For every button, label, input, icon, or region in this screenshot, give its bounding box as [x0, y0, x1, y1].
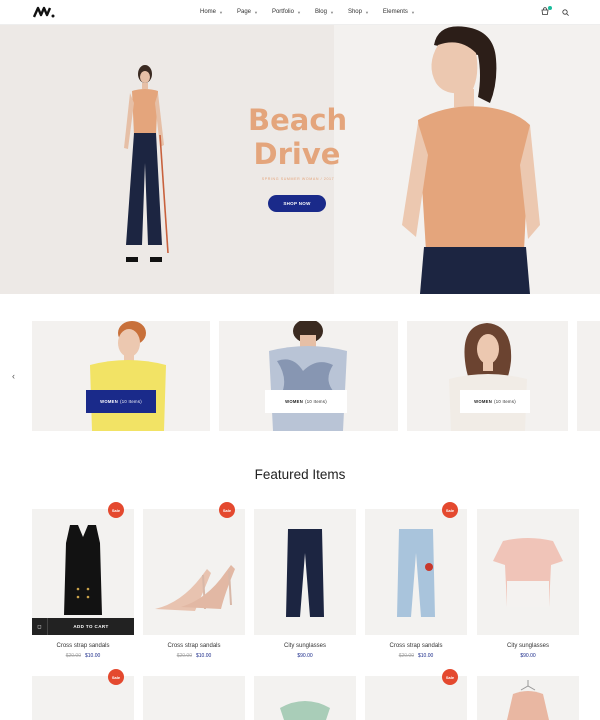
- cart-badge: [548, 6, 552, 10]
- chevron-down-icon: ▼: [364, 9, 369, 15]
- nav-page-label: Page: [236, 9, 251, 15]
- product-image-10: [507, 680, 549, 720]
- product-name-2[interactable]: Cross strap sandals: [143, 643, 245, 649]
- category-image-2: [269, 321, 347, 431]
- hero-model-left-image: [124, 65, 169, 262]
- category-label-2[interactable]: WOMEN (10 Items): [265, 390, 347, 413]
- site-header: Home ▼ Page ▼ Portfolio ▼ Blog ▼ Shop ▼ Eleme…: [0, 0, 600, 25]
- category-image-1: [90, 321, 166, 431]
- chevron-down-icon: ▼: [219, 9, 223, 15]
- category-card-3[interactable]: WOMEN (10 Items): [407, 321, 568, 431]
- product-card-3[interactable]: [254, 509, 356, 635]
- product-name-5[interactable]: City sunglasses: [477, 643, 579, 649]
- product-card-1[interactable]: ◻ ADD TO CART: [32, 509, 134, 635]
- current-price: $90.00: [297, 653, 313, 659]
- product-price-1: $20.00 $10.00: [32, 653, 134, 659]
- product-image-1: [64, 525, 102, 615]
- current-price: $10.00: [85, 653, 101, 659]
- product-image-2: [155, 565, 235, 611]
- nav-page[interactable]: Page ▼: [237, 9, 258, 15]
- search-icon[interactable]: [562, 9, 569, 16]
- chevron-down-icon: ▼: [296, 9, 301, 15]
- hero-banner: Beach Drive SPRING SUMMER WOMAN / 2017 S…: [0, 25, 600, 294]
- category-name: WOMEN: [285, 399, 304, 404]
- sale-badge: Sale: [108, 502, 124, 518]
- category-name: WOMEN: [100, 399, 119, 404]
- shop-now-button[interactable]: SHOP NOW: [268, 195, 326, 212]
- hero-title-line1: Beach: [248, 103, 348, 137]
- nav-portfolio-label: Portfolio: [271, 9, 294, 15]
- product-card-10[interactable]: [477, 676, 579, 720]
- product-price-2: $20.00 $10.00: [143, 653, 245, 659]
- category-count: (10 Items): [494, 399, 516, 404]
- sale-badge: Sale: [442, 669, 458, 685]
- product-price-4: $20.00 $10.00: [365, 653, 467, 659]
- add-to-cart-button[interactable]: ADD TO CART: [48, 624, 134, 629]
- product-card-5[interactable]: [477, 509, 579, 635]
- product-name-3[interactable]: City sunglasses: [254, 643, 356, 649]
- product-card-4[interactable]: [365, 509, 467, 635]
- product-image-5: [493, 538, 563, 607]
- sale-badge: Sale: [108, 669, 124, 685]
- nav-home-label: Home: [200, 9, 217, 15]
- current-price: $10.00: [196, 653, 212, 659]
- nav-shop-label: Shop: [347, 9, 362, 15]
- category-image-3: [449, 323, 527, 431]
- nav-blog-label: Blog: [314, 9, 327, 15]
- nav-blog[interactable]: Blog ▼: [315, 9, 334, 15]
- product-image-4: [397, 529, 435, 617]
- category-label-3[interactable]: WOMEN (10 Items): [460, 390, 530, 413]
- chevron-down-icon: ▼: [254, 9, 258, 15]
- category-label-1[interactable]: WOMEN (10 Items): [86, 390, 156, 413]
- main-nav: Home ▼ Page ▼ Portfolio ▼ Blog ▼ Shop ▼ Eleme…: [200, 9, 429, 15]
- current-price: $10.00: [418, 653, 434, 659]
- product-name-4[interactable]: Cross strap sandals: [365, 643, 467, 649]
- category-name: WOMEN: [474, 399, 493, 404]
- sale-badge: Sale: [442, 502, 458, 518]
- product-image-8: [280, 701, 330, 720]
- chevron-down-icon: ▼: [329, 9, 334, 15]
- product-name-1[interactable]: Cross strap sandals: [32, 643, 134, 649]
- category-card-1[interactable]: WOMEN (10 Items): [32, 321, 210, 431]
- old-price: $20.00: [398, 653, 414, 659]
- sale-badge: Sale: [219, 502, 235, 518]
- chevron-down-icon: ▼: [410, 9, 415, 15]
- hero-model-right-image: [402, 26, 540, 294]
- product-card-8[interactable]: [254, 676, 356, 720]
- chevron-left-icon[interactable]: ‹: [12, 371, 15, 381]
- nav-shop[interactable]: Shop ▼: [348, 9, 369, 15]
- nav-elements-label: Elements: [382, 9, 408, 15]
- product-image-3: [286, 529, 324, 617]
- product-card-7[interactable]: [143, 676, 245, 720]
- logo-icon[interactable]: [33, 6, 55, 18]
- product-price-5: $90.00: [477, 653, 579, 659]
- hero-title: Beach Drive: [248, 103, 348, 171]
- featured-items-title: Featured Items: [254, 467, 346, 482]
- nav-home[interactable]: Home ▼: [200, 9, 223, 15]
- quick-view-icon[interactable]: ◻: [32, 618, 48, 635]
- category-count: (10 Items): [120, 399, 142, 404]
- nav-portfolio[interactable]: Portfolio ▼: [272, 9, 301, 15]
- nav-elements[interactable]: Elements ▼: [383, 9, 415, 15]
- product-card-2[interactable]: [143, 509, 245, 635]
- category-count: (10 Items): [305, 399, 327, 404]
- old-price: $20.00: [65, 653, 81, 659]
- add-to-cart-bar: ◻ ADD TO CART: [32, 618, 134, 635]
- old-price: $20.00: [176, 653, 192, 659]
- category-card-2[interactable]: WOMEN (10 Items): [219, 321, 398, 431]
- hero-subtitle: SPRING SUMMER WOMAN / 2017: [261, 177, 335, 181]
- hero-title-line2: Drive: [253, 137, 341, 171]
- category-card-partial[interactable]: [577, 321, 600, 431]
- product-price-3: $90.00: [254, 653, 356, 659]
- current-price: $90.00: [520, 653, 536, 659]
